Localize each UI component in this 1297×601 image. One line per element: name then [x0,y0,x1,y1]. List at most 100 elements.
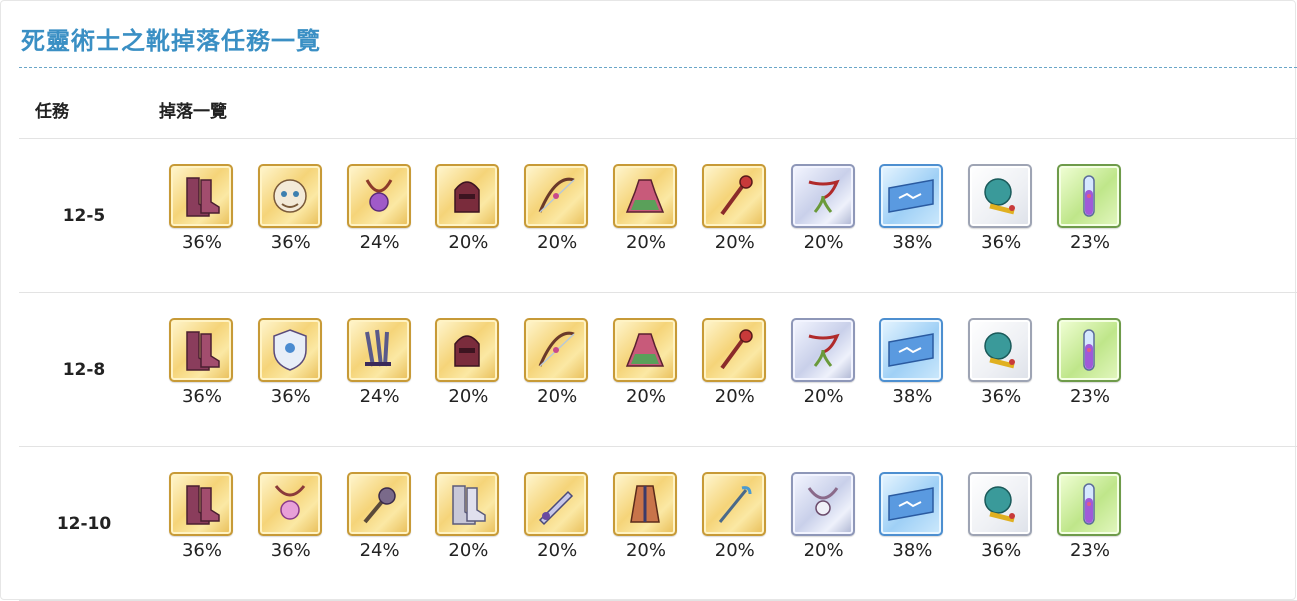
drop-rate: 20% [714,386,755,407]
mission-label[interactable]: 12-5 [19,139,149,293]
drop-rate: 20% [803,386,844,407]
drop-item[interactable]: 36% [256,318,328,408]
drop-rate: 20% [803,232,844,253]
mission-label[interactable]: 12-8 [19,293,149,447]
boots-icon[interactable] [169,472,233,536]
ticket-icon[interactable] [879,318,944,382]
drop-rate: 20% [448,232,489,253]
drop-item[interactable]: 23% [1055,318,1127,408]
laurel-ribbon-icon[interactable] [790,164,855,228]
drop-rate: 36% [181,540,222,561]
helmet-icon[interactable] [435,318,500,382]
drop-item[interactable]: 24% [345,164,417,254]
drop-item[interactable]: 36% [256,472,328,562]
drop-rate: 20% [625,232,666,253]
potion-vial-icon[interactable] [1057,318,1121,382]
dagger-icon[interactable] [524,472,589,536]
wand-icon[interactable] [701,472,766,536]
drop-item[interactable]: 38% [877,318,949,408]
drop-rate: 20% [714,232,755,253]
drop-rate: 23% [1069,232,1110,253]
drop-rate: 20% [448,540,489,561]
drop-item[interactable]: 38% [877,472,949,562]
staff-icon[interactable] [701,318,766,382]
drop-rate: 20% [448,386,489,407]
drop-item[interactable]: 20% [433,318,505,408]
drop-item[interactable]: 20% [611,472,683,562]
drop-rate: 36% [270,386,311,407]
mace-icon[interactable] [346,472,411,536]
drop-item[interactable]: 20% [700,318,772,408]
drop-rate: 38% [892,232,933,253]
helmet-icon[interactable] [435,164,500,228]
drop-item[interactable]: 36% [256,164,328,254]
drop-item[interactable]: 20% [789,164,861,254]
necklace-icon[interactable] [790,472,855,536]
drop-item[interactable]: 36% [966,472,1038,562]
drop-item[interactable]: 20% [611,164,683,254]
drop-rate: 36% [181,232,222,253]
drop-item[interactable]: 24% [345,472,417,562]
staff-icon[interactable] [701,164,766,228]
drop-item[interactable]: 20% [789,472,861,562]
bow-icon[interactable] [524,318,589,382]
drop-item[interactable]: 36% [167,472,239,562]
drop-item[interactable]: 23% [1055,164,1127,254]
drop-rate: 20% [803,540,844,561]
drop-table-panel: 死靈術士之靴掉落任務一覽 任務 掉落一覽 12-5 36% 36% 24% 20% 20… [0,0,1297,601]
drop-item[interactable]: 20% [700,164,772,254]
drop-rate: 23% [1069,540,1110,561]
drop-rate: 36% [981,540,1022,561]
drop-item[interactable]: 20% [433,472,505,562]
drop-rate: 36% [270,232,311,253]
drop-rate: 20% [537,540,578,561]
title-divider [19,67,1297,68]
drop-item[interactable]: 24% [345,318,417,408]
page-title: 死靈術士之靴掉落任務一覽 [21,27,321,55]
claw-icon[interactable] [346,318,411,382]
drop-item[interactable]: 20% [522,472,594,562]
shield-icon[interactable] [257,318,322,382]
drop-rate: 38% [892,540,933,561]
table-row: 12-5 36% 36% 24% 20% 20% 20% 20% 20% 38% 36% 23% [19,139,1297,293]
pendant-icon[interactable] [257,472,322,536]
drop-item[interactable]: 36% [966,164,1038,254]
drop-rate: 24% [359,386,400,407]
drop-item[interactable]: 36% [966,318,1038,408]
drop-rate: 20% [714,540,755,561]
drop-item[interactable]: 20% [789,318,861,408]
boots-icon[interactable] [169,164,233,228]
potion-vial-icon[interactable] [1057,164,1121,228]
treasure-sack-icon[interactable] [968,164,1033,228]
drop-item[interactable]: 20% [522,164,594,254]
table-row: 12-8 36% 36% 24% 20% 20% 20% 20% 20% 38% 36% 23% [19,293,1297,447]
ticket-icon[interactable] [879,472,944,536]
drop-rate: 24% [359,540,400,561]
drop-item[interactable]: 36% [167,164,239,254]
column-header-mission: 任務 [35,102,69,122]
drop-item[interactable]: 38% [877,164,949,254]
potion-vial-icon[interactable] [1057,472,1121,536]
drop-rate: 38% [892,386,933,407]
ticket-icon[interactable] [879,164,944,228]
treasure-sack-icon[interactable] [968,472,1033,536]
laurel-ribbon-icon[interactable] [790,318,855,382]
treasure-sack-icon[interactable] [968,318,1033,382]
drop-item[interactable]: 36% [167,318,239,408]
boots-icon[interactable] [169,318,233,382]
dress-icon[interactable] [613,164,677,228]
mission-label[interactable]: 12-10 [19,447,149,601]
drop-item[interactable]: 20% [700,472,772,562]
drop-item[interactable]: 20% [611,318,683,408]
drop-item[interactable]: 20% [522,318,594,408]
drop-item[interactable]: 23% [1055,472,1127,562]
drop-rate: 20% [625,386,666,407]
drop-item[interactable]: 20% [433,164,505,254]
robe-icon[interactable] [613,472,677,536]
armored-boots-icon[interactable] [435,472,500,536]
dress-icon[interactable] [613,318,677,382]
amulet-icon[interactable] [346,164,411,228]
drop-rate: 20% [537,232,578,253]
beast-mask-icon[interactable] [257,164,322,228]
bow-icon[interactable] [524,164,589,228]
